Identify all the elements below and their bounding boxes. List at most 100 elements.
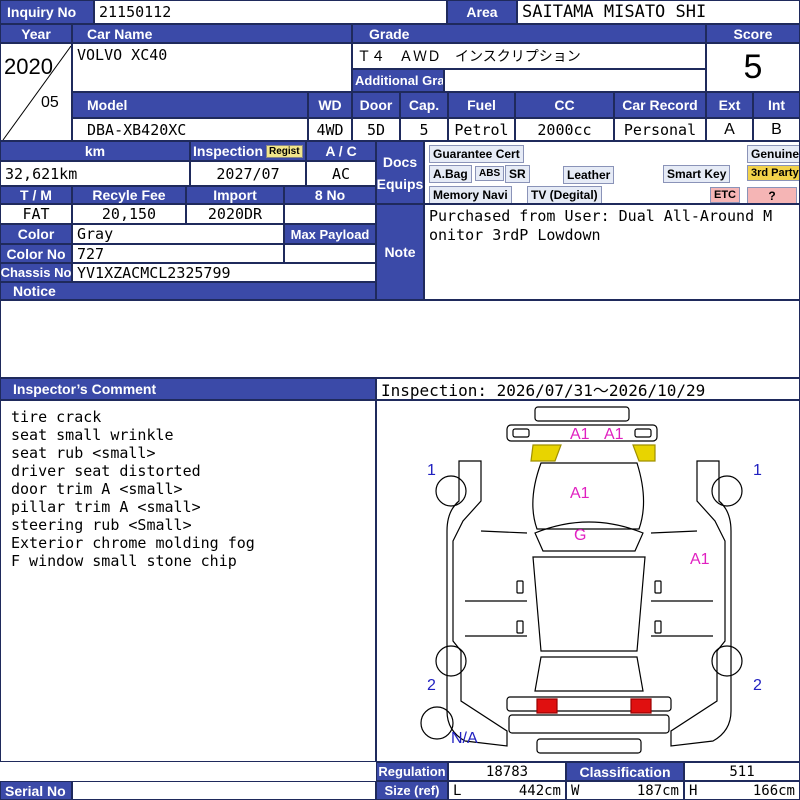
max-payload-label: Max Payload [284, 224, 376, 244]
third-party-badge: 3rd Party [747, 165, 799, 181]
size-h-label: H [689, 782, 698, 799]
chassis-no-value: YV1XZACMCL2325799 [72, 263, 376, 282]
score-label: Score [706, 24, 800, 43]
area-value: SAITAMA MISATO SHI [517, 0, 800, 24]
comment-line: tire crack [11, 408, 102, 426]
recycle-fee-value: 20,150 [72, 204, 186, 224]
inspection-period: Inspection: 2026/07/31～2026/10/29 [376, 378, 800, 400]
regist-badge: Regist [266, 144, 303, 158]
month-value: 05 [41, 94, 59, 111]
comment-line: seat small wrinkle [11, 426, 174, 444]
tm-value: FAT [0, 204, 72, 224]
year-cell: 2020 05 [0, 43, 72, 141]
max-payload-value [284, 244, 376, 263]
ext-value: A [706, 118, 753, 141]
import-label: Import [186, 186, 284, 204]
comment-line: F window small stone chip [11, 552, 237, 570]
model-label: Model [72, 92, 308, 118]
sr-badge: SR [505, 165, 530, 183]
size-h-cell: H 166cm [684, 781, 800, 800]
equips-label: Equips [376, 175, 424, 192]
classification-value: 511 [684, 762, 800, 781]
car-record-label: Car Record [614, 92, 706, 118]
wd-value: 4WD [308, 118, 352, 141]
size-w-cell: W 187cm [566, 781, 684, 800]
color-label: Color [0, 224, 72, 244]
int-value: B [753, 118, 800, 141]
size-l-cell: L 442cm [448, 781, 566, 800]
km-value: 32,621km [0, 161, 190, 186]
grade-label: Grade [352, 24, 706, 43]
eight-no-label: 8 No [284, 186, 376, 204]
wd-label: WD [308, 92, 352, 118]
tv-badge: TV (Degital) [527, 186, 602, 203]
car-record-value: Personal [614, 118, 706, 141]
genuine-badge: Genuine [747, 145, 799, 163]
mark-tire-rl: 2 [427, 677, 436, 694]
mark-tire-fl: 1 [427, 462, 436, 479]
area-label: Area [447, 0, 517, 24]
comment-line: seat rub <small> [11, 444, 156, 462]
additional-grade-value [444, 69, 706, 92]
car-name-label: Car Name [72, 24, 352, 43]
equips-panel: Guarantee Cert Genuine A.Bag ABS SR Leat… [424, 141, 800, 204]
mark-tire-fr: 1 [753, 462, 762, 479]
damage-diagram: A1 A1 A1 G A1 1 1 2 2 N/A [376, 400, 800, 762]
notice-label: Notice [0, 282, 376, 300]
cc-label: CC [515, 92, 614, 118]
car-name-value: VOLVO XC40 [72, 43, 352, 92]
serial-no-label: Serial No [0, 781, 72, 800]
size-w-label: W [571, 782, 580, 799]
mark-tire-rr: 2 [753, 677, 762, 694]
mark-spare: N/A [451, 730, 478, 747]
color-no-label: Color No [0, 244, 72, 263]
regulation-label: Regulation [376, 762, 448, 781]
grade-value: Ｔ４ ＡＷＤ インスクリプション [352, 43, 706, 69]
recycle-fee-label: Recyle Fee [72, 186, 186, 204]
fuel-value: Petrol [448, 118, 515, 141]
guarantee-cert-badge: Guarantee Cert [429, 145, 524, 163]
serial-no-value [72, 781, 376, 800]
inspection-label: Inspection Regist [190, 141, 306, 161]
eight-no-value [284, 204, 376, 224]
docs-equips-label: Docs Equips [376, 141, 424, 204]
inspection-value: 2027/07 [190, 161, 306, 186]
color-no-value: 727 [72, 244, 284, 263]
mark-right-side: A1 [690, 551, 710, 568]
door-label: Door [352, 92, 400, 118]
mark-front-a1-left: A1 [570, 426, 590, 443]
comment-line: door trim A <small> [11, 480, 183, 498]
comment-line: driver seat distorted [11, 462, 201, 480]
mark-windshield: G [574, 527, 587, 544]
door-value: 5D [352, 118, 400, 141]
cap-value: 5 [400, 118, 448, 141]
etc-badge: ETC [710, 187, 740, 203]
inspectors-comment-label: Inspector’s Comment [0, 378, 376, 400]
year-value: 2020 [4, 54, 53, 79]
size-ref-label: Size (ref) [376, 781, 448, 800]
tm-label: T / M [0, 186, 72, 204]
smart-key-badge: Smart Key [663, 165, 731, 183]
fuel-label: Fuel [448, 92, 515, 118]
classification-label: Classification [566, 762, 684, 781]
year-label: Year [0, 24, 72, 43]
size-l-label: L [453, 782, 462, 799]
question-badge: ? [747, 187, 797, 203]
additional-grade-label: Additional Grade [352, 69, 444, 92]
docs-label: Docs [382, 153, 418, 170]
color-value: Gray [72, 224, 284, 244]
note-label: Note [376, 204, 424, 300]
leather-badge: Leather [563, 166, 615, 184]
comment-list: tire crack seat small wrinkle seat rub <… [0, 400, 376, 762]
score-value: 5 [706, 43, 800, 92]
inquiry-no-value: 21150112 [94, 0, 447, 24]
mark-hood: A1 [570, 485, 590, 502]
comment-line: Exterior chrome molding fog [11, 534, 255, 552]
inspection-label-text: Inspection [193, 143, 264, 159]
ac-value: AC [306, 161, 376, 186]
model-value: DBA-XB420XC [72, 118, 308, 141]
comment-line: pillar trim A <small> [11, 498, 201, 516]
km-label: km [0, 141, 190, 161]
mark-front-a1-right: A1 [604, 426, 624, 443]
notice-value [0, 300, 800, 378]
